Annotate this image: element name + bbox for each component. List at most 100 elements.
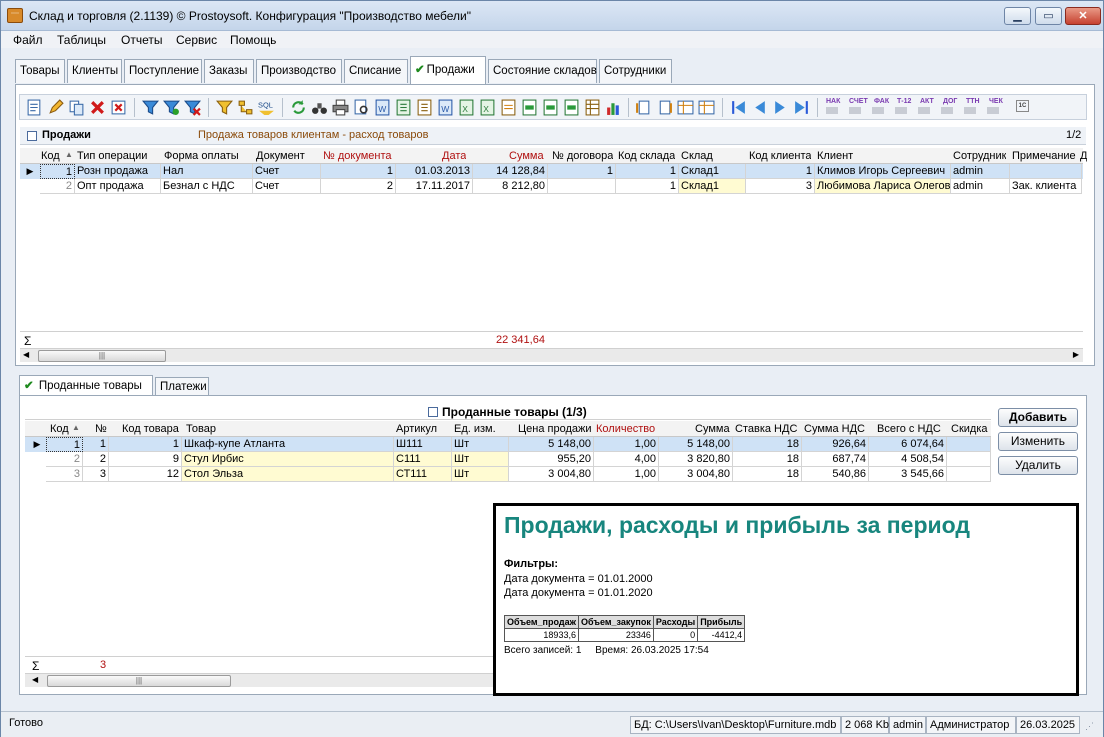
- cell-sum[interactable]: 5 148,00: [659, 437, 733, 452]
- col-code[interactable]: Код: [50, 423, 69, 435]
- cell-operation-type[interactable]: Опт продажа: [75, 179, 161, 194]
- form-fak-icon[interactable]: ФАК: [874, 98, 889, 105]
- cell-article[interactable]: С111: [394, 452, 452, 467]
- export-excel2-icon[interactable]: X: [479, 99, 496, 116]
- cell-vat-sum[interactable]: 540,86: [802, 467, 869, 482]
- cell-warehouse-code[interactable]: 1: [616, 164, 679, 179]
- edit-pencil-icon[interactable]: [47, 99, 64, 116]
- scroll-right-icon[interactable]: ▶: [1073, 350, 1079, 359]
- cell-number[interactable]: 3: [83, 467, 109, 482]
- new-record-icon[interactable]: [26, 99, 43, 116]
- resize-grip-icon[interactable]: ⋰: [1085, 721, 1094, 732]
- col-document[interactable]: Документ: [256, 150, 305, 162]
- tab-production[interactable]: Производство: [256, 59, 342, 83]
- cell-date[interactable]: 01.03.2013: [396, 164, 473, 179]
- tab-warehouse-state[interactable]: Состояние складов: [488, 59, 597, 83]
- cell-vat-sum[interactable]: 687,74: [802, 452, 869, 467]
- tab-writeoff[interactable]: Списание: [344, 59, 408, 83]
- col-article[interactable]: Артикул: [396, 423, 437, 435]
- col-operation-type[interactable]: Тип операции: [77, 150, 147, 162]
- col-payment-form[interactable]: Форма оплаты: [164, 150, 239, 162]
- cell-quantity[interactable]: 4,00: [594, 452, 659, 467]
- cell-note[interactable]: [1010, 164, 1082, 179]
- columns-icon[interactable]: [677, 99, 694, 116]
- table-row[interactable]: 2 2 9 Стул Ирбис С111 Шт 955,20 4,00 3 8…: [25, 452, 991, 467]
- binoculars-icon[interactable]: [311, 99, 328, 116]
- sales-hscroll[interactable]: ◀ ||| ▶: [20, 348, 1083, 362]
- cell-goods[interactable]: Стол Эльза: [182, 467, 394, 482]
- cell-doc-number[interactable]: 2: [321, 179, 396, 194]
- cell-sum[interactable]: 8 212,80: [473, 179, 548, 194]
- export-table-icon[interactable]: [584, 99, 601, 116]
- cell-employee[interactable]: admin: [951, 164, 1010, 179]
- cell-sale-price[interactable]: 955,20: [509, 452, 594, 467]
- filter-clear-icon[interactable]: [184, 99, 201, 116]
- cell-sum[interactable]: 14 128,84: [473, 164, 548, 179]
- form-nak-icon[interactable]: НАК: [826, 98, 840, 105]
- export-word-icon[interactable]: W: [374, 99, 391, 116]
- delete-icon[interactable]: [89, 99, 106, 116]
- delete-button[interactable]: Удалить: [998, 456, 1078, 475]
- sql-icon[interactable]: SQL: [258, 99, 275, 116]
- export-xml-icon[interactable]: [563, 99, 580, 116]
- tab-payments[interactable]: Платежи: [155, 377, 209, 396]
- form-invoice-icon[interactable]: СЧЕТ: [849, 98, 868, 105]
- cell-article[interactable]: Ш111: [394, 437, 452, 452]
- cell-note[interactable]: Зак. клиента: [1010, 179, 1082, 194]
- cell-code[interactable]: 1: [40, 164, 75, 179]
- form-contract-icon[interactable]: ДОГ: [943, 98, 957, 105]
- cell-document[interactable]: Счет: [253, 179, 321, 194]
- copy-icon[interactable]: [68, 99, 85, 116]
- filter-icon[interactable]: [142, 99, 159, 116]
- refresh-icon[interactable]: [290, 99, 307, 116]
- col-code[interactable]: Код: [41, 150, 60, 162]
- menu-service[interactable]: Сервис: [176, 33, 217, 47]
- close-button[interactable]: ✕: [1065, 7, 1101, 25]
- cell-code[interactable]: 1: [46, 437, 83, 452]
- cell-contract-number[interactable]: [548, 179, 616, 194]
- cell-code[interactable]: 3: [46, 467, 83, 482]
- cell-discount[interactable]: [947, 437, 991, 452]
- form-1c-icon[interactable]: 1С: [1016, 100, 1029, 112]
- col-employee[interactable]: Сотрудник: [953, 150, 1006, 162]
- export-icon[interactable]: [395, 99, 412, 116]
- col-total-with-vat[interactable]: Всего с НДС: [877, 423, 941, 435]
- cell-warehouse[interactable]: Склад1: [679, 179, 746, 194]
- col-number[interactable]: №: [95, 423, 107, 435]
- cell-document[interactable]: Счет: [253, 164, 321, 179]
- chart-icon[interactable]: [605, 99, 622, 116]
- cell-quantity[interactable]: 1,00: [594, 437, 659, 452]
- tab-goods[interactable]: Товары: [15, 59, 65, 83]
- col-client[interactable]: Клиент: [817, 150, 853, 162]
- scroll-thumb[interactable]: |||: [47, 675, 231, 687]
- tree-filter-icon[interactable]: [237, 99, 254, 116]
- export-doc-icon[interactable]: [416, 99, 433, 116]
- export-txt-icon[interactable]: [542, 99, 559, 116]
- add-button[interactable]: Добавить: [998, 408, 1078, 427]
- cell-discount[interactable]: [947, 452, 991, 467]
- col-discount[interactable]: Скидка: [951, 423, 988, 435]
- cell-vat-rate[interactable]: 18: [733, 467, 802, 482]
- cell-sale-price[interactable]: 5 148,00: [509, 437, 594, 452]
- cell-unit[interactable]: Шт: [452, 467, 509, 482]
- cell-unit[interactable]: Шт: [452, 437, 509, 452]
- sort-desc-icon[interactable]: [656, 99, 673, 116]
- col-goods-code[interactable]: Код товара: [122, 423, 179, 435]
- cell-number[interactable]: 2: [83, 452, 109, 467]
- cell-client[interactable]: Климов Игорь Сергеевич: [815, 164, 951, 179]
- table-row[interactable]: ▶ 1 Розн продажа Нал Счет 1 01.03.2013 1…: [20, 164, 1083, 179]
- prev-record-icon[interactable]: [751, 99, 768, 116]
- cell-code[interactable]: 2: [46, 452, 83, 467]
- export-html-icon[interactable]: [500, 99, 517, 116]
- settings-table-icon[interactable]: [698, 99, 715, 116]
- export-excel-icon[interactable]: X: [458, 99, 475, 116]
- cell-sum[interactable]: 3 820,80: [659, 452, 733, 467]
- menu-file[interactable]: Файл: [13, 33, 43, 47]
- table-row[interactable]: ▶ 1 1 1 Шкаф-купе Атланта Ш111 Шт 5 148,…: [25, 437, 991, 452]
- col-goods[interactable]: Товар: [186, 423, 216, 435]
- cell-goods-code[interactable]: 12: [109, 467, 182, 482]
- cell-goods[interactable]: Стул Ирбис: [182, 452, 394, 467]
- delete-all-icon[interactable]: [110, 99, 127, 116]
- cell-payment-form[interactable]: Безнал с НДС: [161, 179, 253, 194]
- edit-button[interactable]: Изменить: [998, 432, 1078, 451]
